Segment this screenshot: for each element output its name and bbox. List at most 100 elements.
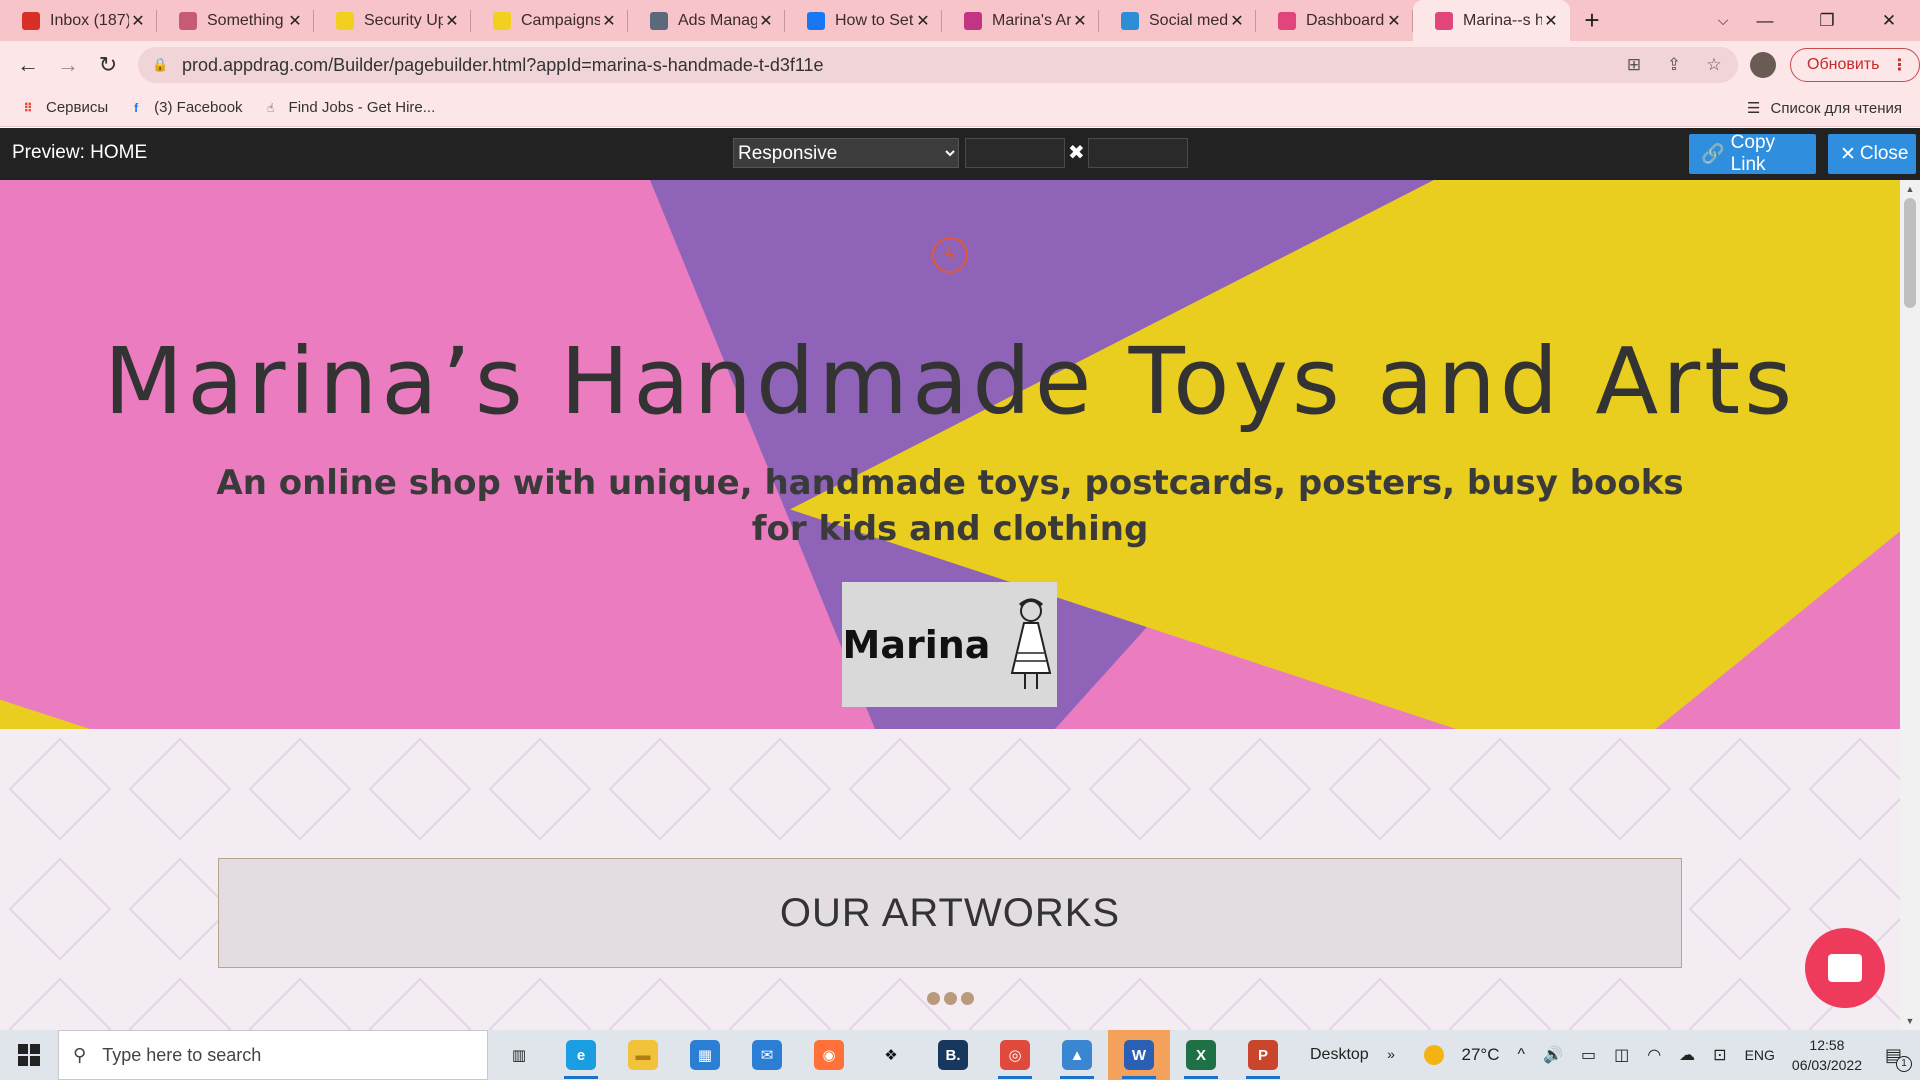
share-icon[interactable]: ⇪ (1662, 53, 1686, 77)
mailchimp-icon (493, 11, 511, 30)
chrome-taskbar-button[interactable]: ◎ (984, 1030, 1046, 1080)
copy-link-button[interactable]: 🔗 Copy Link (1689, 132, 1816, 175)
gmail-icon (22, 11, 40, 30)
restore-icon[interactable]: ❐ (1796, 0, 1858, 41)
onedrive-icon[interactable]: ☁ (1679, 1045, 1695, 1065)
battery-icon[interactable]: ▭ (1581, 1045, 1596, 1065)
menu-dots-icon[interactable]: ⋮ (1891, 55, 1907, 75)
browser-tab[interactable]: Dashboard ✕ (1256, 0, 1413, 41)
bookmark-item[interactable]: ☝ Find Jobs - Get Hire... (263, 99, 435, 116)
start-button[interactable] (0, 1030, 58, 1080)
reading-list-button[interactable]: ☰ Список для чтения (1747, 89, 1902, 127)
tab-title: Inbox (187) (50, 11, 129, 29)
hero-section: ϟ Marina’s Handmade Toys and Arts An onl… (0, 180, 1900, 729)
desktop-label: Desktop (1310, 1046, 1369, 1063)
bookmark-item[interactable]: ⠿ Сервисы (20, 99, 108, 116)
bookmark-item[interactable]: f (3) Facebook (128, 99, 242, 116)
store-taskbar-button[interactable]: ▦ (674, 1030, 736, 1080)
weather-sun-icon[interactable] (1423, 1045, 1444, 1065)
appdrag-icon (1435, 11, 1453, 30)
word-taskbar-button[interactable]: W (1108, 1030, 1170, 1080)
close-preview-button[interactable]: ✕ Close (1828, 134, 1916, 174)
hand-pointer-icon: ☝ (266, 100, 275, 115)
url-text[interactable]: prod.appdrag.com/Builder/pagebuilder.htm… (182, 55, 824, 76)
photos-icon: ▲ (1062, 1040, 1092, 1070)
store-icon: ▦ (690, 1040, 720, 1070)
scrollbar-thumb[interactable] (1904, 198, 1916, 308)
temperature[interactable]: 27°C (1462, 1045, 1500, 1065)
tab-close-icon[interactable]: ✕ (757, 11, 775, 31)
excel-taskbar-button[interactable]: X (1170, 1030, 1232, 1080)
camera-icon[interactable]: ◫ (1614, 1045, 1629, 1065)
photos-taskbar-button[interactable]: ▲ (1046, 1030, 1108, 1080)
desktop-toolbar[interactable]: Desktop » (1310, 1046, 1395, 1064)
tab-close-icon[interactable]: ✕ (443, 11, 461, 31)
language-icon[interactable]: ⊡ (1713, 1045, 1726, 1065)
edge-icon: e (566, 1040, 596, 1070)
reading-list-icon: ☰ (1747, 100, 1761, 117)
profile-avatar[interactable] (1750, 52, 1776, 78)
taskbar-search-box[interactable]: ⚲ Type here to search (58, 1030, 488, 1080)
browser-tab[interactable]: Ads Manag ✕ (628, 0, 785, 41)
browser-tab[interactable]: Campaigns ✕ (471, 0, 628, 41)
update-browser-button[interactable]: Обновить ⋮ (1790, 48, 1920, 82)
tab-close-icon[interactable]: ✕ (286, 11, 304, 31)
page-preview: ϟ Marina’s Handmade Toys and Arts An onl… (0, 180, 1900, 1030)
preview-bar: Preview: HOME Responsive ✖ 🔗 Copy Link ✕… (0, 128, 1920, 180)
tab-close-icon[interactable]: ✕ (1542, 11, 1560, 31)
firefox-taskbar-button[interactable]: ◉ (798, 1030, 860, 1080)
chevron-up-icon[interactable]: ^ (1518, 1046, 1526, 1064)
bookmark-star-icon[interactable]: ☆ (1702, 53, 1726, 77)
powerpoint-taskbar-button[interactable]: P (1232, 1030, 1294, 1080)
page-scrollbar[interactable]: ▲ ▼ (1900, 180, 1920, 1030)
language-indicator[interactable]: ENG (1745, 1047, 1775, 1063)
browser-tab[interactable]: Security Up ✕ (314, 0, 471, 41)
wifi-icon[interactable]: ◠ (1647, 1045, 1661, 1065)
reload-icon[interactable]: ↻ (88, 45, 128, 85)
booking-taskbar-button[interactable]: B. (922, 1030, 984, 1080)
preview-title: Preview: HOME (12, 142, 148, 163)
chat-button[interactable] (1805, 928, 1885, 1008)
system-tray: 27°C ^ 🔊 ▭ ◫ ◠ ☁ ⊡ ENG 12:58 06/03/2022 … (1415, 1030, 1920, 1080)
browser-tab[interactable]: Inbox (187) ✕ (0, 0, 157, 41)
browser-tab[interactable]: Marina--s h ✕ (1413, 0, 1570, 41)
close-window-icon[interactable]: ✕ (1858, 0, 1920, 41)
browser-tab[interactable]: Something ✕ (157, 0, 314, 41)
update-label: Обновить (1807, 56, 1880, 73)
dropbox-taskbar-button[interactable]: ❖ (860, 1030, 922, 1080)
tab-close-icon[interactable]: ✕ (600, 11, 618, 31)
tab-close-icon[interactable]: ✕ (1385, 11, 1403, 31)
tab-close-icon[interactable]: ✕ (1071, 11, 1089, 31)
powerpoint-icon: P (1248, 1040, 1278, 1070)
back-arrow-icon[interactable]: ← (8, 45, 48, 85)
volume-icon[interactable]: 🔊 (1543, 1045, 1563, 1065)
new-tab-plus-icon[interactable]: + (1570, 0, 1614, 41)
lock-icon[interactable]: 🔒 (152, 57, 168, 73)
tab-close-icon[interactable]: ✕ (1228, 11, 1246, 31)
clock[interactable]: 12:58 06/03/2022 (1792, 1035, 1862, 1075)
task-view-taskbar-button[interactable]: ▥ (488, 1030, 550, 1080)
hero-title: Marina’s Handmade Toys and Arts (103, 328, 1797, 435)
scroll-down-arrow-icon[interactable]: ▼ (1900, 1016, 1920, 1026)
address-bar[interactable]: 🔒 prod.appdrag.com/Builder/pagebuilder.h… (138, 47, 1738, 83)
tab-close-icon[interactable]: ✕ (914, 11, 932, 31)
browser-tab[interactable]: Social medi ✕ (1099, 0, 1256, 41)
browser-tab[interactable]: How to Set ✕ (785, 0, 942, 41)
mail-taskbar-button[interactable]: ✉ (736, 1030, 798, 1080)
site-logo-icon[interactable]: ϟ (932, 237, 968, 273)
minimize-icon[interactable]: — (1734, 0, 1796, 41)
scroll-up-arrow-icon[interactable]: ▲ (1900, 184, 1920, 194)
forward-arrow-icon[interactable]: → (48, 45, 88, 85)
width-input[interactable] (965, 138, 1065, 168)
file-explorer-taskbar-button[interactable]: ▬ (612, 1030, 674, 1080)
translate-icon[interactable]: ⊞ (1622, 53, 1646, 77)
device-select[interactable]: Responsive (733, 138, 959, 168)
edge-taskbar-button[interactable]: e (550, 1030, 612, 1080)
notifications-icon[interactable]: ▤ 1 (1885, 1045, 1912, 1072)
clock-date: 06/03/2022 (1791, 1057, 1862, 1073)
canva-icon (1121, 11, 1139, 30)
tab-close-icon[interactable]: ✕ (129, 11, 147, 31)
height-input[interactable] (1088, 138, 1188, 168)
tab-title: Dashboard (1306, 11, 1385, 29)
browser-tab[interactable]: Marina's Ar ✕ (942, 0, 1099, 41)
